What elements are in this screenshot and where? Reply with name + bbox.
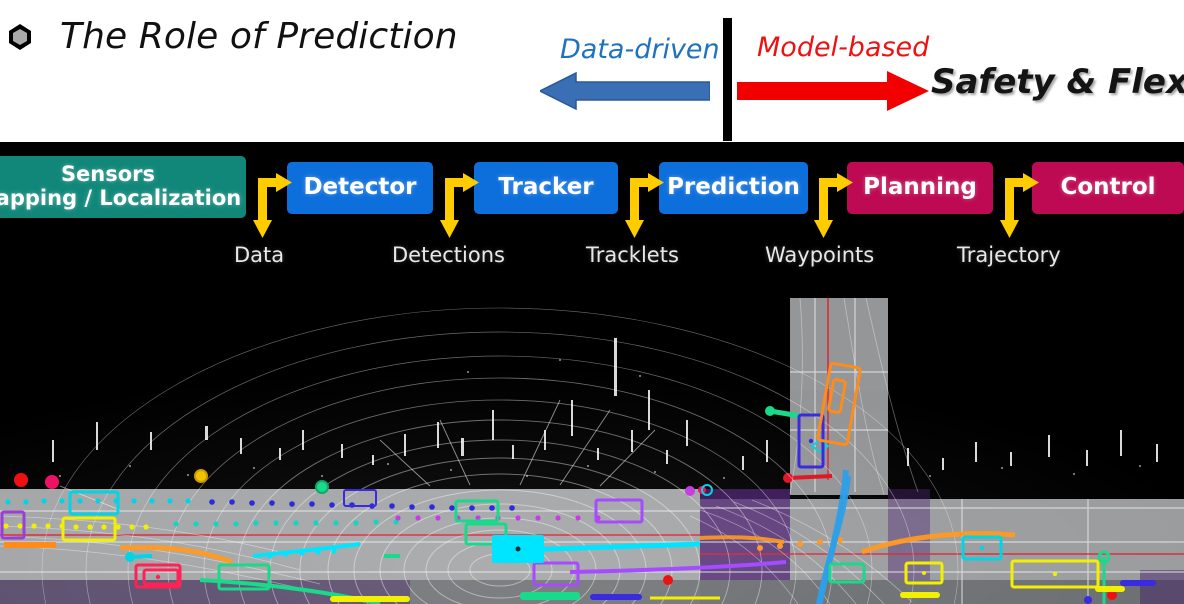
pipeline-stage-detector[interactable]: Detector [287,162,433,214]
lidar-canvas [0,280,1184,604]
tee-arrow-icon-2 [440,173,479,238]
page-title: The Role of Prediction [60,16,458,57]
flow-label-trajectory: Trajectory [957,243,1061,267]
slide-header: The Role of Prediction Data-driven Model… [0,0,1184,142]
pipeline-stage-tracker-label: Tracker [498,174,594,201]
flow-label-detections: Detections [392,243,505,267]
pipeline-stage-control[interactable]: Control [1032,162,1184,214]
pipeline-stage-control-label: Control [1060,174,1156,201]
tee-arrow-icon-5 [1000,173,1039,238]
data-driven-label: Data-driven [560,34,720,65]
marker-pink [45,475,59,489]
pipeline-stage-planning[interactable]: Planning [847,162,993,214]
marker-green [315,480,329,494]
flow-label-data: Data [234,243,285,267]
slide-screenshot: The Role of Prediction Data-driven Model… [0,0,1184,604]
pipeline-stage-planning-label: Planning [863,174,977,201]
flow-label-waypoints: Waypoints [765,243,875,267]
hexagon-bullet-icon [9,24,31,50]
arrow-left-icon [540,72,710,110]
tee-arrow-icon-4 [814,173,853,238]
lidar-point-cloud-scene: CSDN @Big-brother [0,280,1184,604]
av-pipeline-diagram: Sensors Mapping / Localization Detector … [0,142,1184,280]
pipeline-stage-sensors-line2: Mapping / Localization [0,186,242,210]
pipeline-stage-prediction[interactable]: Prediction [659,162,808,214]
marker-yellow [194,469,208,483]
pipeline-stage-detector-label: Detector [303,174,417,201]
pipeline-stage-tracker[interactable]: Tracker [474,162,618,214]
tee-arrow-icon-3 [625,173,664,238]
pipeline-stage-prediction-label: Prediction [667,174,800,201]
pipeline-stage-sensors[interactable]: Sensors Mapping / Localization [0,156,246,218]
arrow-right-icon [737,71,929,111]
pipeline-stage-sensors-line1: Sensors [60,162,156,187]
marker-red [14,473,28,487]
flow-label-tracklets: Tracklets [586,243,679,267]
outcome-label: Safety & Flexibility [931,62,1184,102]
tee-arrow-icon-1 [253,173,292,238]
model-based-label: Model-based [757,32,930,63]
marker-violet [685,486,695,496]
vertical-divider [723,18,732,141]
